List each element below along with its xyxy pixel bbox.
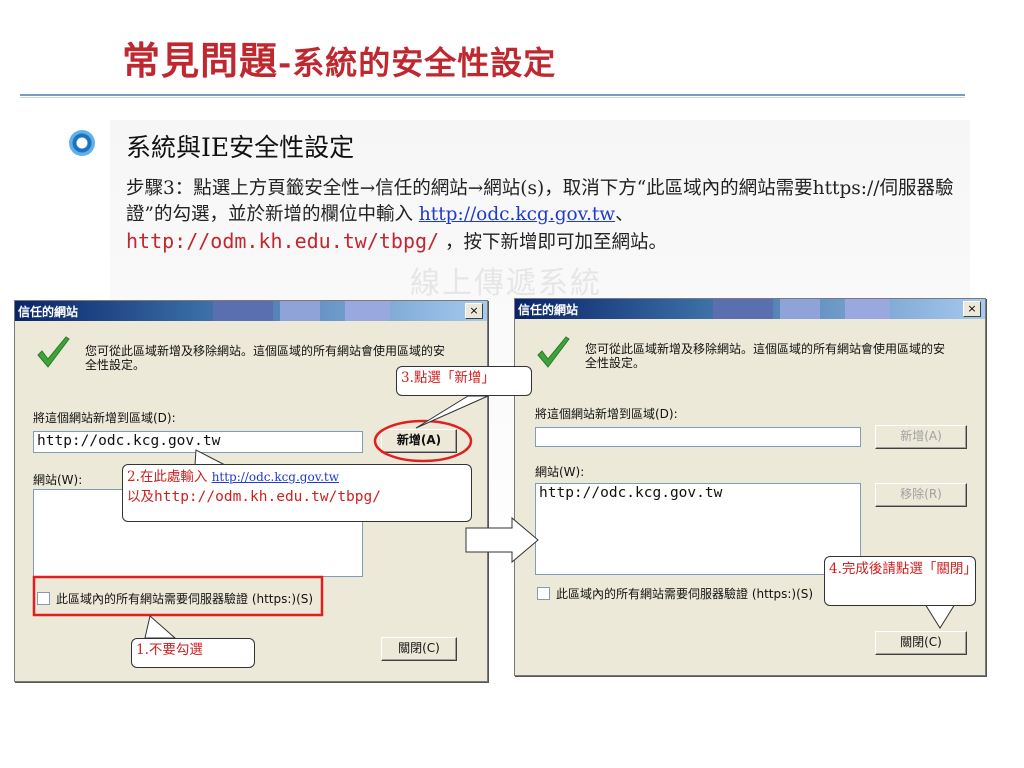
callout-2-text: 2.在此處輸入	[127, 469, 208, 485]
callout-1: 1.不要勾選	[131, 638, 255, 668]
callout-3-tail	[415, 395, 489, 429]
callout-4: 4.完成後請點選「關閉」	[824, 556, 977, 606]
arrow-right-icon	[465, 516, 539, 564]
callout-2-url: http://odc.kcg.gov.tw	[211, 470, 339, 484]
callout-2-url2: http://odm.kh.edu.tw/tbpg/	[154, 489, 381, 505]
callout-3: 3.點選「新增」	[396, 366, 532, 396]
callout-1-tail	[144, 615, 177, 639]
callout-2-line2: 以及	[127, 489, 154, 505]
highlight-box	[32, 575, 324, 617]
callout-4-tail	[924, 603, 956, 629]
callout-2-tail	[194, 449, 226, 466]
callout-2: 2.在此處輸入 http://odc.kcg.gov.tw 以及http://o…	[122, 464, 472, 522]
highlight-ellipse	[373, 419, 473, 463]
